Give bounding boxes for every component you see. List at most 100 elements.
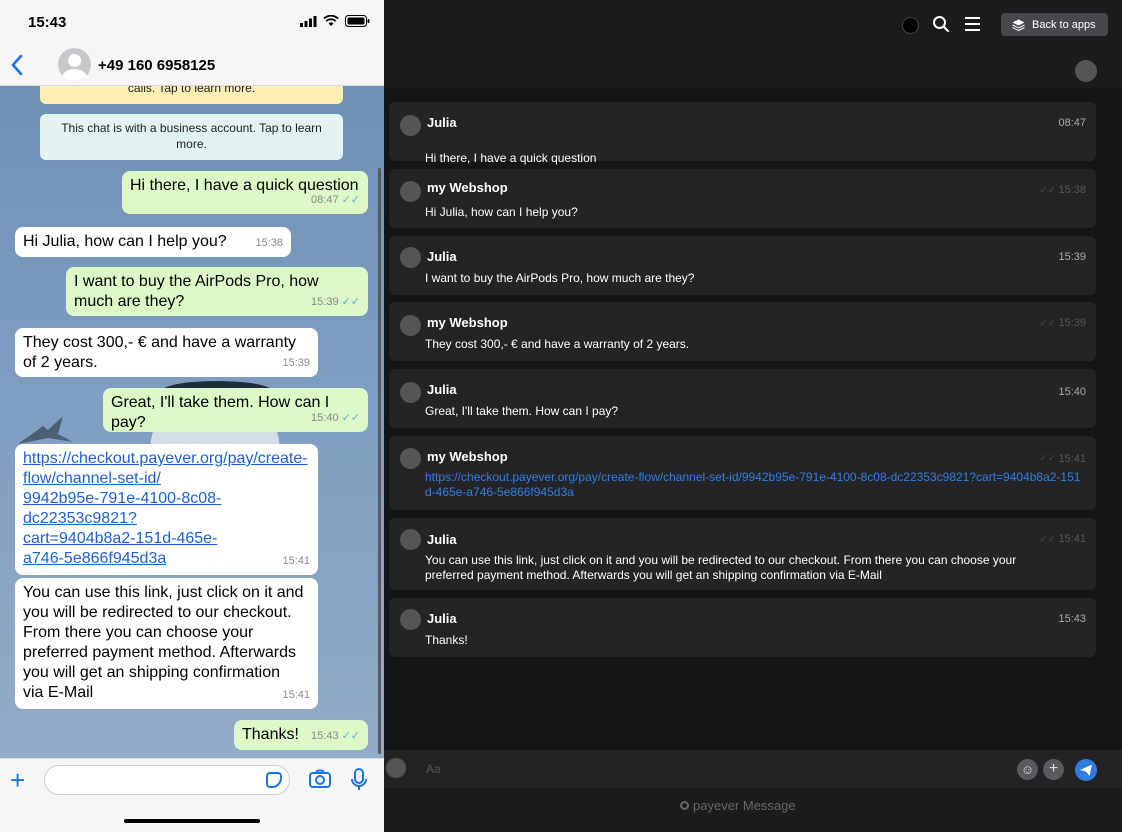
status-icons (300, 15, 370, 27)
message-text: Thanks! (242, 726, 299, 743)
delivered-ticks-icon: ✓✓ (1039, 534, 1056, 545)
message-bubble[interactable]: They cost 300,- € and have a warranty of… (15, 328, 318, 377)
sender-name: Julia (427, 249, 457, 264)
message-time: 15:43 (311, 730, 339, 742)
sender-name: my Webshop (427, 449, 508, 464)
back-chevron-icon[interactable] (10, 54, 24, 76)
avatar (400, 609, 421, 630)
message-text: I want to buy the AirPods Pro, how much … (425, 271, 695, 285)
link-line: 9942b95e-791e-4100-8c08- (23, 490, 222, 507)
message-bubble[interactable]: https://checkout.payever.org/pay/create-… (15, 444, 318, 575)
status-bar: 15:43 (0, 0, 384, 44)
status-time: 15:43 (28, 14, 67, 31)
link-line: dc22353c9821? (23, 510, 137, 527)
checkout-link[interactable]: https://checkout.payever.org/pay/create-… (425, 470, 1086, 500)
avatar (400, 247, 421, 268)
emoji-icon[interactable]: ☺ (1017, 759, 1038, 780)
message-time: 08:47 (311, 194, 339, 206)
sender-name: Julia (427, 382, 457, 397)
footer-brand: payever Message (680, 798, 796, 813)
link-line: https://checkout.payever.org/pay/create- (23, 450, 308, 467)
wifi-icon (323, 15, 339, 26)
read-ticks-icon: ✓✓ (341, 194, 360, 206)
message-text: Hi Julia, how can I help you? (425, 205, 578, 219)
message-time: 15:40 (1058, 386, 1086, 398)
message-input-bar: + (0, 758, 384, 832)
read-ticks-icon: ✓✓ (341, 412, 360, 424)
message-card[interactable]: Julia 08:47 Hi there, I have a quick que… (389, 102, 1096, 165)
message-time: 15:39 (1058, 317, 1086, 329)
message-time: 15:39 (282, 357, 310, 369)
message-time: 15:38 (1058, 184, 1086, 196)
checkout-link[interactable]: https://checkout.payever.org/pay/create-… (23, 449, 310, 569)
message-card[interactable]: my Webshop ✓✓ 15:38 Hi Julia, how can I … (389, 169, 1096, 228)
avatar[interactable] (1075, 60, 1097, 82)
sender-name: Julia (427, 115, 457, 130)
avatar (400, 115, 421, 136)
message-card[interactable]: Julia 15:40 Great, I'll take them. How c… (389, 369, 1096, 428)
avatar (400, 448, 421, 469)
message-card[interactable]: Julia 15:39 I want to buy the AirPods Pr… (389, 236, 1096, 295)
back-to-apps-button[interactable]: Back to apps (1001, 13, 1108, 36)
avatar (400, 529, 421, 550)
chat-subheader (384, 52, 1122, 88)
contact-name[interactable]: +49 160 6958125 (98, 57, 215, 74)
avatar (400, 181, 421, 202)
brand-icon[interactable] (902, 17, 919, 34)
mic-icon[interactable] (351, 768, 367, 792)
message-text: Hi there, I have a quick question (425, 151, 597, 165)
read-ticks-icon: ✓✓ (341, 296, 360, 308)
message-bubble[interactable]: I want to buy the AirPods Pro, how much … (66, 267, 368, 316)
plus-icon[interactable]: + (1043, 759, 1064, 780)
message-time: 15:39 (311, 296, 339, 308)
plus-icon[interactable]: + (10, 767, 25, 793)
whatsapp-phone-screen: 15:43 +49 160 6958125 calls. Tap to lear… (0, 0, 384, 832)
message-time: 15:41 (1058, 453, 1086, 465)
message-bubble[interactable]: Hi there, I have a quick question 08:47 ✓… (122, 171, 368, 214)
battery-icon (345, 15, 370, 27)
link-line: flow/channel-set-id/ (23, 470, 161, 487)
link-line: a746-5e866f945d3a (23, 550, 167, 567)
message-time: 15:41 (282, 555, 310, 567)
sender-name: Julia (427, 611, 457, 626)
footer: payever Message (384, 788, 1122, 832)
message-time: 15:40 (311, 412, 339, 424)
message-input[interactable] (44, 765, 290, 795)
message-bubble[interactable]: Hi Julia, how can I help you? 15:38 (15, 227, 291, 257)
search-icon[interactable] (932, 15, 950, 33)
message-bubble[interactable]: Thanks! 15:43 ✓✓ (234, 720, 368, 750)
sender-name: Julia (427, 532, 457, 547)
link-line: cart=9404b8a2-151d-465e- (23, 530, 218, 547)
message-bubble[interactable]: Great, I'll take them. How can I pay? 15… (103, 388, 368, 432)
message-card[interactable]: Julia 15:43 Thanks! (389, 598, 1096, 657)
message-text: Great, I'll take them. How can I pay? (111, 394, 330, 431)
payever-logo-icon (680, 801, 689, 810)
message-text: They cost 300,- € and have a warranty of… (23, 334, 297, 371)
contact-avatar[interactable] (58, 48, 91, 81)
message-time: 15:39 (1058, 251, 1086, 263)
delivered-ticks-icon: ✓✓ (1039, 318, 1056, 329)
message-card[interactable]: my Webshop ✓✓ 15:41 https://checkout.pay… (389, 436, 1096, 510)
business-account-notice[interactable]: This chat is with a business account. Ta… (40, 114, 343, 160)
top-toolbar: Back to apps (384, 0, 1122, 52)
message-text: They cost 300,- € and have a warranty of… (425, 337, 690, 351)
composer-input[interactable] (416, 756, 976, 782)
back-to-apps-label: Back to apps (1032, 18, 1096, 31)
message-composer: ☺ + (384, 750, 1122, 788)
footer-brand-text: payever Message (693, 798, 796, 813)
read-ticks-icon: ✓✓ (341, 730, 360, 742)
menu-icon[interactable] (964, 16, 981, 32)
message-card[interactable]: my Webshop ✓✓ 15:39 They cost 300,- € an… (389, 302, 1096, 361)
message-bubble[interactable]: You can use this link, just click on it … (15, 578, 318, 709)
scrollbar[interactable] (378, 168, 381, 754)
message-text: You can use this link, just click on it … (23, 584, 304, 701)
send-button[interactable] (1075, 759, 1097, 781)
avatar (400, 382, 421, 403)
encryption-notice[interactable]: calls. Tap to learn more. (40, 86, 343, 104)
signal-icon (300, 15, 317, 27)
message-text: I want to buy the AirPods Pro, how much … (74, 273, 319, 310)
camera-icon[interactable] (309, 769, 331, 789)
message-card[interactable]: Julia ✓✓ 15:41 You can use this link, ju… (389, 518, 1096, 590)
message-text: Hi Julia, how can I help you? (23, 233, 227, 250)
avatar (386, 758, 406, 778)
